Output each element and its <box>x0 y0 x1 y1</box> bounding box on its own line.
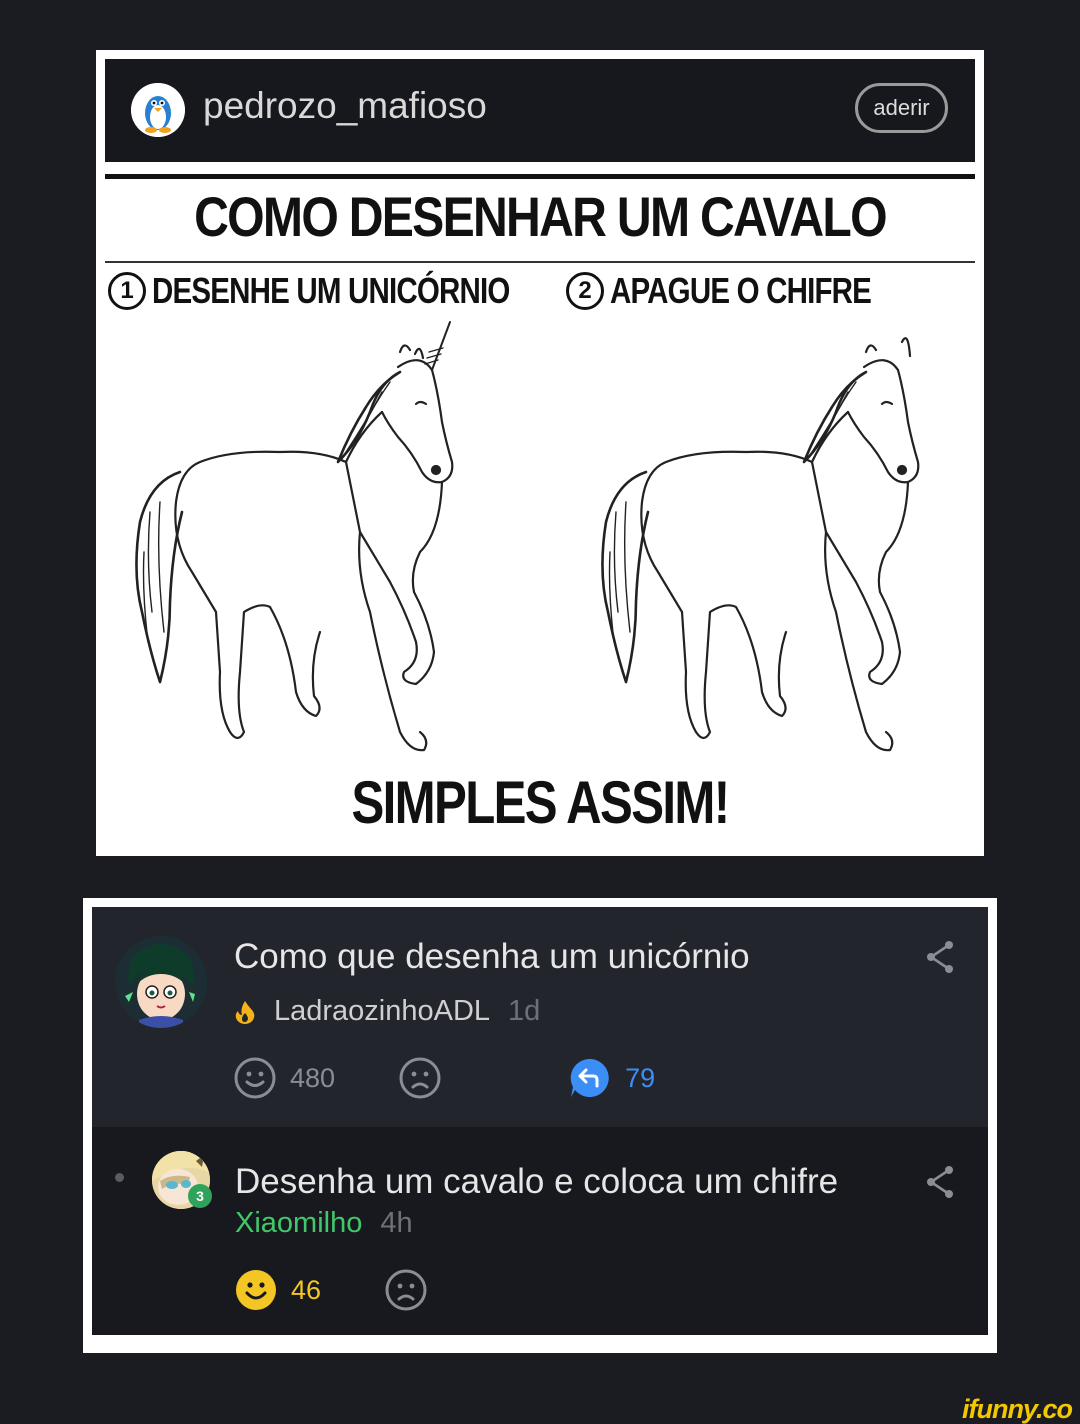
comment: 3 Desenha um cavalo e coloca um chifre X… <box>92 1127 988 1335</box>
smile-icon <box>234 1057 276 1099</box>
frown-icon <box>399 1057 441 1099</box>
comment-text: Desenha um cavalo e coloca um chifre <box>235 1162 839 1201</box>
unicorn-drawing <box>135 321 454 752</box>
share-icon[interactable] <box>925 940 955 974</box>
smile-filled-icon <box>236 1270 276 1310</box>
smile-button[interactable]: 46 <box>235 1269 321 1311</box>
comment-meta: Xiaomilho 4h <box>235 1207 413 1240</box>
replies-button[interactable]: 79 <box>569 1057 655 1099</box>
like-count: 46 <box>291 1274 322 1305</box>
comment-author[interactable]: Xiaomilho <box>235 1207 362 1240</box>
share-icon[interactable] <box>925 1165 955 1199</box>
user-avatar[interactable] <box>115 936 207 1028</box>
comment-actions: 480 79 <box>234 1057 719 1099</box>
horse-drawing <box>601 337 920 752</box>
unsmile-button[interactable] <box>399 1057 441 1099</box>
step-text: DESENHE UM UNICÓRNIO <box>152 270 510 311</box>
step-text: APAGUE O CHIFRE <box>610 270 872 311</box>
comment-actions: 46 <box>235 1269 491 1311</box>
reply-count: 79 <box>625 1062 656 1093</box>
divider <box>105 174 975 179</box>
penguin-avatar-icon[interactable] <box>131 83 185 137</box>
thread-dot <box>115 1173 124 1182</box>
reply-icon <box>570 1058 609 1097</box>
divider <box>105 261 975 263</box>
flame-icon <box>235 1000 255 1024</box>
comment-text: Como que desenha um unicórnio <box>234 937 750 976</box>
meme-footer: SIMPLES ASSIM! <box>351 769 730 836</box>
post-card: pedrozo_mafioso aderir COMO DESENHAR UM … <box>96 50 984 856</box>
smile-button[interactable]: 480 <box>234 1057 335 1099</box>
step-number: 2 <box>566 272 604 310</box>
step-number: 1 <box>108 272 146 310</box>
meme-title: COMO DESENHAR UM CAVALO <box>194 185 887 248</box>
step-2: 2 APAGUE O CHIFRE <box>566 270 928 312</box>
comment-time: 1d <box>508 995 541 1027</box>
comment: Como que desenha um unicórnio Ladraozinh… <box>92 907 988 1127</box>
post-header: pedrozo_mafioso aderir <box>105 59 975 162</box>
like-count: 480 <box>290 1062 336 1093</box>
comment-time: 4h <box>380 1207 413 1239</box>
frown-icon <box>385 1269 427 1311</box>
comments-card: Como que desenha um unicórnio Ladraozinh… <box>83 898 997 1353</box>
watermark: ifunny.co <box>962 1394 1073 1424</box>
join-button[interactable]: aderir <box>855 83 948 133</box>
comment-author[interactable]: LadraozinhoADL <box>274 995 490 1028</box>
step-1: 1 DESENHE UM UNICÓRNIO <box>108 270 588 312</box>
comment-meta: LadraozinhoADL 1d <box>234 995 540 1028</box>
level-badge: 3 <box>188 1184 212 1208</box>
post-username[interactable]: pedrozo_mafioso <box>203 85 487 127</box>
unsmile-button[interactable] <box>385 1269 427 1311</box>
